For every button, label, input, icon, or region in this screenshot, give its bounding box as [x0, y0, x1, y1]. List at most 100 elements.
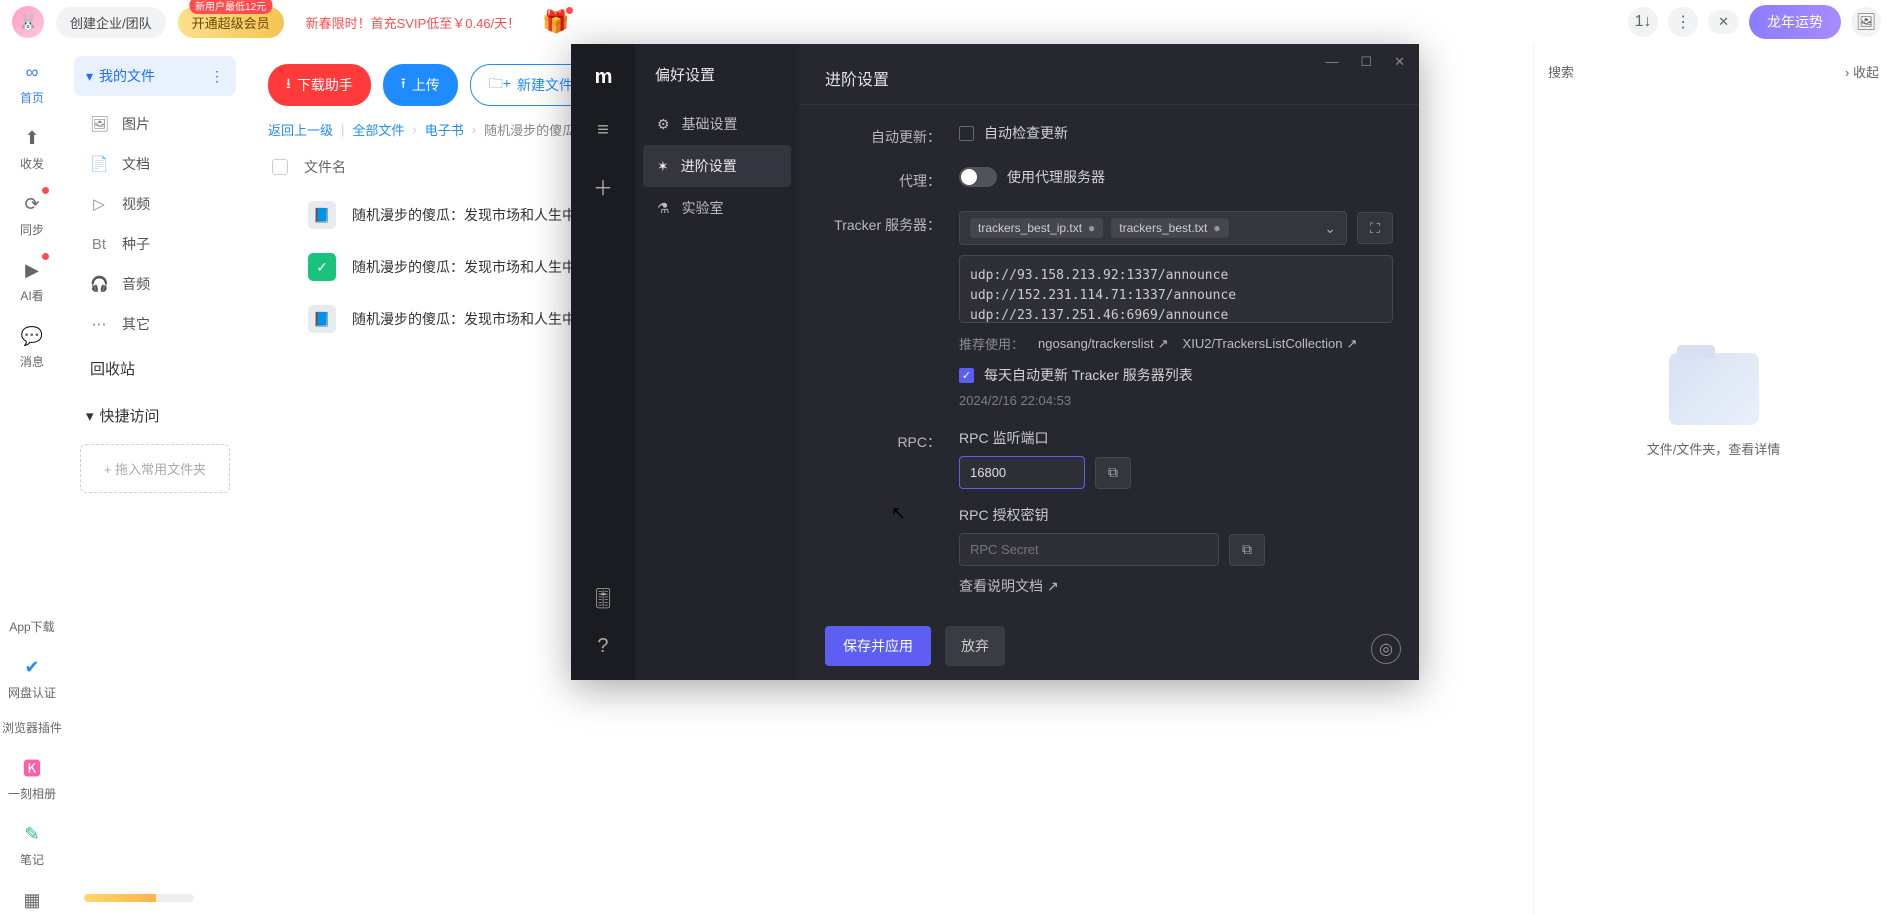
bc-ebook[interactable]: 电子书: [425, 120, 464, 139]
chk-daily-update[interactable]: ✓: [959, 368, 974, 383]
sb-item-image[interactable]: 🖼图片: [74, 104, 236, 144]
tag-trackers-best-ip: trackers_best_ip.txt●: [970, 218, 1103, 238]
nav-rail: ∞首页 ⬆收发 ⟳同步 ▶AI看 💬消息 App下载 ✔网盘认证 浏览器插件 🅺…: [0, 44, 64, 914]
external-link-icon: ↗: [1158, 336, 1169, 352]
col-filename[interactable]: 文件名: [304, 157, 346, 177]
storage-bar: [84, 894, 194, 902]
rail-sync[interactable]: ⟳同步: [18, 190, 46, 238]
bc-all[interactable]: 全部文件: [352, 120, 404, 139]
download-helper-button[interactable]: ⭳下载助手: [268, 64, 371, 106]
toggle-proxy[interactable]: [959, 167, 997, 187]
verify-icon: ✔: [18, 653, 46, 681]
external-link-icon: ↗: [1047, 578, 1059, 595]
rail-plugin[interactable]: 浏览器插件: [2, 719, 62, 736]
lbl-tracker: Tracker 服务器：: [825, 211, 959, 235]
upload-button[interactable]: ⭱上传: [383, 64, 458, 106]
lbl-rpc: RPC：: [825, 428, 959, 452]
select-all-checkbox[interactable]: [272, 159, 288, 175]
bc-back[interactable]: 返回上一级: [268, 120, 333, 139]
open-vip-button[interactable]: 新用户最低12元 开通超级会员: [178, 7, 284, 38]
rpc-port-input[interactable]: [959, 456, 1085, 489]
file-icon: 📘: [308, 201, 336, 229]
app-logo-icon[interactable]: m: [595, 66, 612, 89]
download-icon: ⭳: [286, 73, 291, 97]
rail-home[interactable]: ∞首页: [18, 58, 46, 106]
link-rpc-doc[interactable]: 查看说明文档 ↗: [959, 576, 1059, 596]
lbl-auto-update: 自动更新：: [825, 123, 959, 147]
tracker-expand-button[interactable]: ⛶: [1357, 212, 1393, 244]
transfer-icon: ⬆: [18, 124, 46, 152]
help-icon[interactable]: ?: [597, 635, 608, 658]
txt-daily-update: 每天自动更新 Tracker 服务器列表: [984, 365, 1193, 385]
nav-advanced[interactable]: ✶进阶设置: [643, 145, 791, 187]
sb-item-other[interactable]: ⋯其它: [74, 304, 236, 344]
topbar: 🐰 创建企业/团队 新用户最低12元 开通超级会员 新春限时！首充SVIP低至￥…: [0, 0, 1893, 44]
tracker-tagbox[interactable]: trackers_best_ip.txt● trackers_best.txt●…: [959, 211, 1347, 245]
tag-remove-icon[interactable]: ●: [1088, 221, 1095, 235]
link-xiu2[interactable]: XIU2/TrackersListCollection ↗: [1183, 336, 1358, 352]
right-panel: 搜索 › 收起 文件/文件夹，查看详情: [1533, 44, 1893, 914]
sb-drop-placeholder[interactable]: + 拖入常用文件夹: [80, 444, 230, 493]
rail-verify[interactable]: ✔网盘认证: [8, 653, 56, 701]
sb-item-doc[interactable]: 📄文档: [74, 144, 236, 184]
sort-button[interactable]: 1↓: [1628, 7, 1658, 37]
close-pill[interactable]: ✕: [1708, 10, 1739, 34]
play-icon: ▶: [18, 256, 46, 284]
rail-note[interactable]: ✎笔记: [18, 820, 46, 868]
more-menu-button[interactable]: ⋮: [1668, 7, 1698, 37]
sb-item-bt[interactable]: Bt种子: [74, 224, 236, 264]
tag-remove-icon[interactable]: ●: [1213, 221, 1220, 235]
rail-aiview[interactable]: ▶AI看: [18, 256, 46, 304]
fortune-button[interactable]: 龙年运势: [1749, 5, 1841, 39]
window-minimize[interactable]: —: [1325, 54, 1338, 70]
discard-button[interactable]: 放弃: [945, 626, 1005, 666]
note-icon: ✎: [18, 820, 46, 848]
audio-icon: 🎧: [90, 275, 108, 293]
target-icon[interactable]: ◎: [1371, 634, 1401, 664]
add-icon[interactable]: ＋: [593, 172, 613, 201]
settings-modal: m ≡ ＋ 🎚 ? 偏好设置 ⚙基础设置 ✶进阶设置 ⚗实验室 — ☐ ✕ 进阶…: [571, 44, 1419, 680]
rpc-secret-input[interactable]: [959, 533, 1219, 566]
modal-rail: m ≡ ＋ 🎚 ?: [571, 44, 635, 680]
txt-proxy: 使用代理服务器: [1007, 167, 1105, 187]
rail-transfer[interactable]: ⬆收发: [18, 124, 46, 172]
window-maximize[interactable]: ☐: [1360, 54, 1372, 70]
sliders-icon[interactable]: 🎚: [590, 586, 615, 611]
collapse-button[interactable]: › 收起: [1845, 62, 1879, 81]
bt-icon: Bt: [90, 236, 108, 253]
rail-album[interactable]: 🅺一刻相册: [8, 754, 56, 802]
sb-item-video[interactable]: ▷视频: [74, 184, 236, 224]
sidebar-my-files[interactable]: ▾ 我的文件 ⋮: [74, 56, 236, 96]
nav-basic[interactable]: ⚙基础设置: [643, 103, 791, 145]
window-close[interactable]: ✕: [1394, 54, 1405, 70]
tracker-textarea[interactable]: udp://93.158.213.92:1337/announce udp://…: [959, 255, 1393, 323]
create-team-button[interactable]: 创建企业/团队: [56, 7, 166, 38]
copy-secret-button[interactable]: ⧉: [1229, 534, 1265, 566]
copy-port-button[interactable]: ⧉: [1095, 457, 1131, 489]
search-label[interactable]: 搜索: [1548, 62, 1574, 81]
lbl-recommend: 推荐使用：: [959, 334, 1024, 353]
chevron-down-icon[interactable]: ⌄: [1324, 220, 1336, 237]
chk-auto-update[interactable]: [959, 126, 974, 141]
file-icon: ✓: [308, 253, 336, 281]
modal-footer: 保存并应用 放弃: [799, 612, 1419, 680]
sb-item-audio[interactable]: 🎧音频: [74, 264, 236, 304]
nav-lab[interactable]: ⚗实验室: [643, 187, 791, 229]
rail-apps[interactable]: ▦: [18, 886, 46, 914]
tracker-timestamp: 2024/2/16 22:04:53: [959, 393, 1393, 408]
rail-message[interactable]: 💬消息: [18, 322, 46, 370]
save-apply-button[interactable]: 保存并应用: [825, 626, 931, 666]
sidebar: ▾ 我的文件 ⋮ 🖼图片 📄文档 ▷视频 Bt种子 🎧音频 ⋯其它 回收站 ▾快…: [74, 56, 236, 914]
sidebar-more-icon[interactable]: ⋮: [210, 68, 224, 85]
menu-icon[interactable]: ≡: [597, 119, 609, 142]
gift-icon[interactable]: 🎁: [542, 9, 569, 35]
external-link-icon: ↗: [1346, 336, 1357, 352]
image-icon: 🖼: [90, 115, 108, 133]
file-icon: 📘: [308, 305, 336, 333]
txt-auto-update: 自动检查更新: [984, 123, 1068, 143]
sb-recycle[interactable]: 回收站: [74, 348, 236, 389]
rail-appdl[interactable]: App下载: [9, 618, 54, 635]
sb-quick-access[interactable]: ▾快捷访问: [74, 395, 236, 436]
promo-text: 新春限时！首充SVIP低至￥0.46/天！: [306, 13, 521, 32]
link-ngosang[interactable]: ngosang/trackerslist ↗: [1038, 336, 1169, 352]
